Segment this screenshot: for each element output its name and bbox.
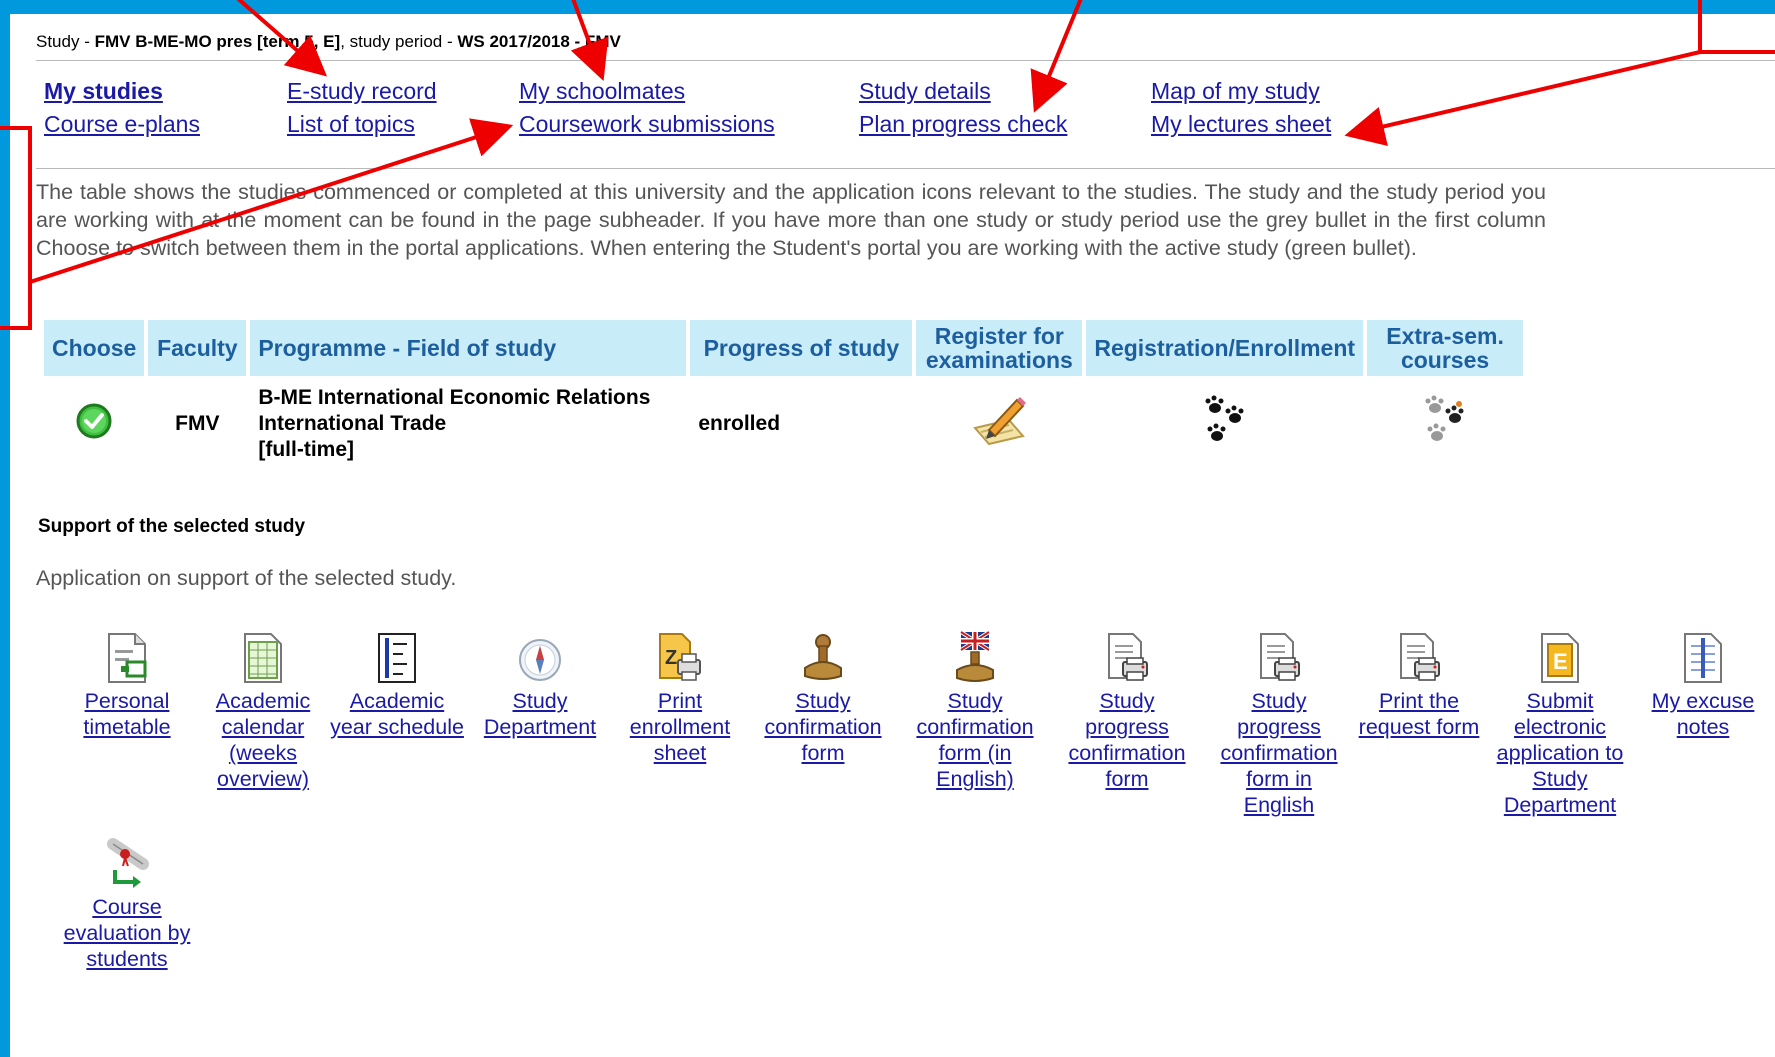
- choose-cell: [44, 376, 144, 472]
- col-progress: Progress of study: [690, 320, 913, 376]
- nav-coursework-submissions[interactable]: Coursework submissions: [519, 111, 775, 138]
- notes-doc-icon: [1684, 633, 1722, 683]
- nav-my-lectures-sheet[interactable]: My lectures sheet: [1151, 111, 1331, 138]
- page-description: The table shows the studies commenced or…: [36, 180, 1546, 260]
- tool-academic-calendar[interactable]: Academic calendar (weeks overview): [196, 630, 330, 792]
- nav-my-studies[interactable]: My studies: [44, 78, 163, 105]
- faculty-cell: FMV: [175, 412, 220, 435]
- tool-label[interactable]: My excuse notes: [1636, 688, 1770, 740]
- timetable-doc-icon: [108, 633, 147, 683]
- progress-cell: enrolled: [698, 412, 781, 435]
- printer-doc-icon: [1108, 633, 1148, 681]
- page-subheader: Study - FMV B-ME-MO pres [term 5, E], st…: [36, 32, 1775, 61]
- tool-label[interactable]: Submit electronic application to Study D…: [1493, 688, 1627, 818]
- nav-map-of-my-study[interactable]: Map of my study: [1151, 78, 1320, 105]
- tool-study-department[interactable]: Study Department: [473, 630, 607, 740]
- nav-estudy-record[interactable]: E-study record: [287, 78, 437, 105]
- stamp-icon: [804, 634, 842, 680]
- tool-study-confirmation-form[interactable]: Study confirmation form: [756, 630, 890, 766]
- tool-academic-year-schedule[interactable]: Academic year schedule: [330, 630, 464, 740]
- nav-my-schoolmates[interactable]: My schoolmates: [519, 78, 685, 105]
- tool-personal-timetable[interactable]: Personal timetable: [60, 630, 194, 740]
- calendar-doc-icon: [244, 633, 282, 683]
- active-study-check-icon[interactable]: [74, 401, 114, 441]
- field-of-study: International Trade: [258, 412, 447, 435]
- study-form: [full-time]: [258, 438, 354, 461]
- col-choose: Choose: [44, 320, 145, 376]
- svg-text:E: E: [1553, 649, 1568, 674]
- tool-label[interactable]: Course evaluation by students: [60, 894, 194, 972]
- printer-doc-icon: [1400, 633, 1440, 681]
- table-header-row: Choose Faculty Programme - Field of stud…: [44, 320, 1524, 376]
- nav-divider: [36, 168, 1775, 169]
- support-section-title: Support of the selected study: [38, 516, 306, 537]
- diploma-arrow-icon: [107, 838, 149, 888]
- registration-cell: [1086, 376, 1363, 472]
- tool-label[interactable]: Print enrollment sheet: [613, 688, 747, 766]
- svg-text:Z: Z: [665, 647, 677, 669]
- paw-prints-grey-icon[interactable]: [1415, 394, 1475, 448]
- pencil-paper-icon[interactable]: [969, 394, 1029, 448]
- studies-table: Choose Faculty Programme - Field of stud…: [40, 320, 1527, 472]
- tool-label[interactable]: Study Department: [473, 688, 607, 740]
- tool-submit-e-application[interactable]: E Submit electronic application to Study…: [1493, 630, 1627, 818]
- col-registration-enrollment: Registration/Enrollment: [1086, 320, 1364, 376]
- page-frame: Study - FMV B-ME-MO pres [term 5, E], st…: [10, 14, 1775, 1057]
- nav-plan-progress-check[interactable]: Plan progress check: [859, 111, 1067, 138]
- tool-label[interactable]: Academic year schedule: [330, 688, 464, 740]
- tool-label[interactable]: Study progress confirmation form in Engl…: [1212, 688, 1346, 818]
- tool-label[interactable]: Personal timetable: [60, 688, 194, 740]
- compass-icon: [519, 639, 561, 681]
- stamp-flag-icon: [956, 630, 994, 682]
- nav-list-of-topics[interactable]: List of topics: [287, 111, 415, 138]
- tool-study-progress-form-en[interactable]: Study progress confirmation form in Engl…: [1212, 630, 1346, 818]
- tool-label[interactable]: Study confirmation form: [756, 688, 890, 766]
- tool-print-enrollment-sheet[interactable]: Z Print enrollment sheet: [613, 630, 747, 766]
- col-extra-sem: Extra-sem. courses: [1367, 320, 1524, 376]
- tool-course-evaluation[interactable]: Course evaluation by students: [60, 836, 194, 972]
- col-register-exams: Register for examinations: [916, 320, 1083, 376]
- tool-study-confirmation-form-en[interactable]: Study confirmation form (in English): [908, 630, 1042, 792]
- tool-print-request-form[interactable]: Print the request form: [1352, 630, 1486, 740]
- nav-course-eplans[interactable]: Course e-plans: [44, 111, 200, 138]
- tool-label[interactable]: Study confirmation form (in English): [908, 688, 1042, 792]
- tool-label[interactable]: Print the request form: [1352, 688, 1486, 740]
- tool-study-progress-form[interactable]: Study progress confirmation form: [1060, 630, 1194, 792]
- col-programme: Programme - Field of study: [250, 320, 687, 376]
- table-row: FMV B-ME International Economic Relation…: [44, 376, 1523, 472]
- nav-study-details[interactable]: Study details: [859, 78, 991, 105]
- printer-doc-icon: [1260, 633, 1300, 681]
- paw-prints-icon[interactable]: [1195, 394, 1255, 448]
- register-exams-cell: [916, 376, 1082, 472]
- tool-my-excuse-notes[interactable]: My excuse notes: [1636, 630, 1770, 740]
- col-faculty: Faculty: [148, 320, 247, 376]
- programme-name: B-ME International Economic Relations: [258, 386, 651, 409]
- extra-sem-cell: [1367, 376, 1523, 472]
- schedule-doc-icon: [378, 633, 416, 683]
- support-section-description: Application on support of the selected s…: [36, 566, 457, 590]
- e-application-icon: E: [1541, 633, 1579, 683]
- print-doc-icon: Z: [659, 633, 701, 681]
- tool-label[interactable]: Academic calendar (weeks overview): [196, 688, 330, 792]
- tool-label[interactable]: Study progress confirmation form: [1060, 688, 1194, 792]
- programme-cell: B-ME International Economic Relations In…: [250, 376, 686, 472]
